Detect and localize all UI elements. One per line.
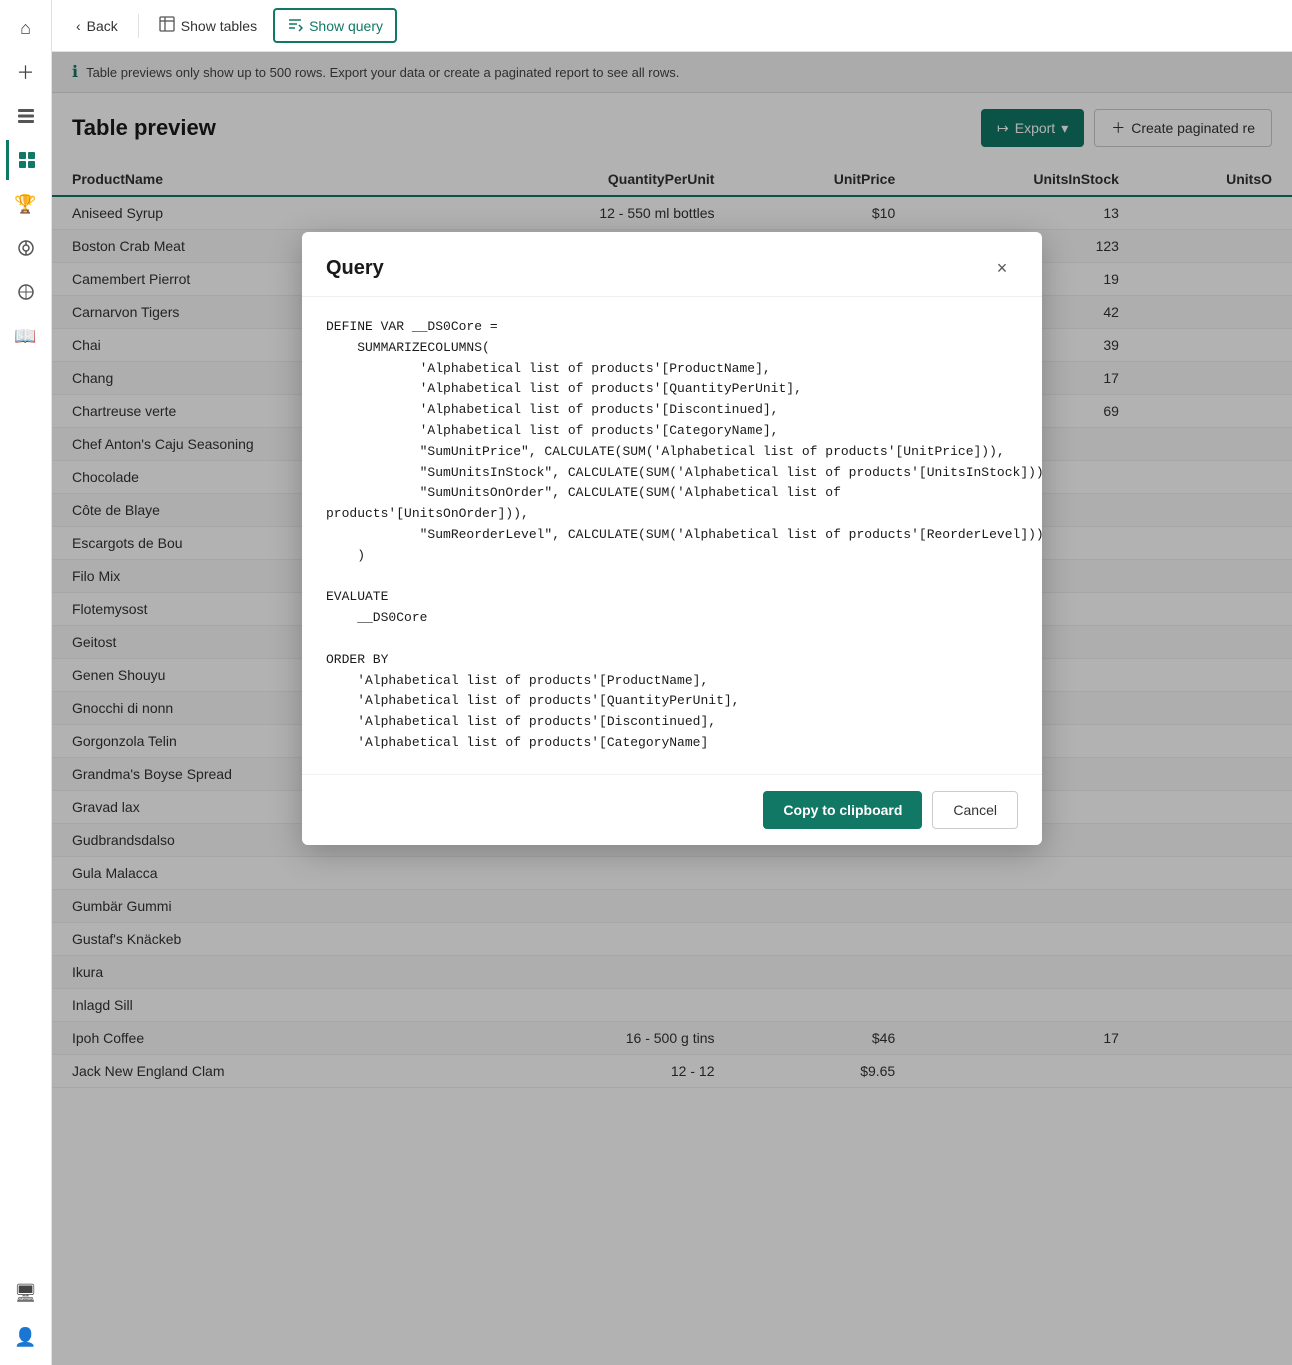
back-icon: ‹ (76, 18, 81, 34)
query-text: DEFINE VAR __DS0Core = SUMMARIZECOLUMNS(… (326, 317, 1018, 754)
nav-monitor[interactable]: 🖥 (6, 1273, 46, 1313)
left-nav: ⌂ ＋ 🏆 📖 🖥 👤 (0, 0, 52, 1365)
show-query-label: Show query (309, 18, 383, 34)
main-area: ‹ Back Show tables (52, 0, 1292, 1365)
toolbar-separator (138, 14, 139, 38)
modal-close-button[interactable]: × (986, 252, 1018, 284)
nav-pages[interactable] (6, 96, 46, 136)
show-tables-button[interactable]: Show tables (147, 10, 269, 41)
modal-body: DEFINE VAR __DS0Core = SUMMARIZECOLUMNS(… (302, 297, 1042, 774)
modal-footer: Copy to clipboard Cancel (302, 774, 1042, 845)
nav-add[interactable]: ＋ (6, 52, 46, 92)
nav-book[interactable]: 📖 (6, 316, 46, 356)
copy-to-clipboard-button[interactable]: Copy to clipboard (763, 791, 922, 829)
nav-data[interactable] (6, 140, 46, 180)
nav-trophy[interactable]: 🏆 (6, 184, 46, 224)
modal-title: Query (326, 257, 384, 280)
nav-explore[interactable] (6, 272, 46, 312)
cancel-button[interactable]: Cancel (932, 791, 1018, 829)
modal-header: Query × (302, 232, 1042, 297)
query-icon (287, 16, 303, 35)
nav-network[interactable] (6, 228, 46, 268)
show-query-button[interactable]: Show query (273, 8, 397, 43)
modal-overlay: Query × DEFINE VAR __DS0Core = SUMMARIZE… (52, 52, 1292, 1365)
nav-person[interactable]: 👤 (6, 1317, 46, 1357)
content-area: ℹ Table previews only show up to 500 row… (52, 52, 1292, 1365)
table-icon (159, 16, 175, 35)
toolbar: ‹ Back Show tables (52, 0, 1292, 52)
show-tables-label: Show tables (181, 18, 257, 34)
back-button[interactable]: ‹ Back (64, 12, 130, 40)
nav-home[interactable]: ⌂ (6, 8, 46, 48)
query-modal: Query × DEFINE VAR __DS0Core = SUMMARIZE… (302, 232, 1042, 845)
back-label: Back (87, 18, 118, 34)
